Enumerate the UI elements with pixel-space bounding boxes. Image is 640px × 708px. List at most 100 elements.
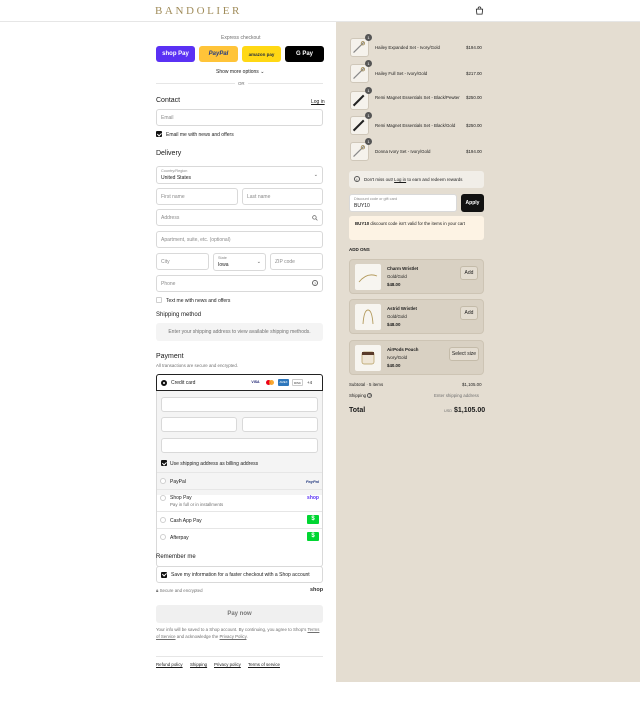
total-label: Total <box>349 407 366 414</box>
footer-link-refund[interactable]: Refund policy <box>156 662 183 667</box>
shipping-method-heading: Shipping method <box>156 312 202 318</box>
apartment-field[interactable]: Apartment, suite, etc. (optional) <box>156 231 323 248</box>
shop-pay-radio[interactable] <box>160 495 166 501</box>
privacy-policy-link[interactable]: Privacy Policy <box>220 634 247 639</box>
subtotal-label: Subtotal · 5 items <box>349 382 384 387</box>
select-size-button[interactable]: Select size <box>449 347 479 361</box>
express-checkout-title: Express checkout <box>221 35 261 41</box>
footer-link-privacy[interactable]: Privacy policy <box>214 662 241 667</box>
discover-icon: DISC <box>292 379 303 386</box>
chevron-down-icon: ⌄ <box>256 259 261 265</box>
remember-me-heading: Remember me <box>156 554 196 560</box>
item-price: $250.00 <box>466 123 482 128</box>
shop-logo-icon: shop <box>307 495 319 501</box>
afterpay-icon: $ <box>307 532 319 541</box>
addon-card: Astrid Wristlet Gold/Gold $48.00 Add <box>349 299 484 334</box>
show-more-options-link[interactable]: Show more options ⌄ <box>216 69 264 75</box>
payment-option-shop-pay[interactable]: Shop Pay Pay in full or in installments … <box>157 489 322 510</box>
addon-variant: Ivory/Gold <box>387 355 408 360</box>
cash-app-radio[interactable] <box>160 517 166 523</box>
card-number-field[interactable] <box>161 397 318 412</box>
contact-heading: Contact <box>156 97 181 104</box>
quantity-badge: 1 <box>365 60 372 67</box>
billing-address-label: Use shipping address as billing address <box>170 461 259 467</box>
credit-card-option[interactable]: Credit card VISA AMEX DISC +4 <box>156 374 323 391</box>
credit-card-radio[interactable] <box>161 379 167 386</box>
product-image <box>350 91 369 110</box>
security-code-field[interactable] <box>242 417 318 432</box>
subtotal-value: $1,105.00 <box>462 382 482 387</box>
paypal-radio[interactable] <box>160 478 166 484</box>
paypal-button[interactable]: PayPal <box>199 46 238 62</box>
product-image <box>355 264 381 290</box>
shipping-label: Shipping ? <box>349 393 373 398</box>
help-icon[interactable]: ? <box>312 280 318 286</box>
addon-name: AirPods Pouch <box>387 347 419 352</box>
paypal-logo-icon: PayPal <box>305 479 319 484</box>
afterpay-radio[interactable] <box>160 534 166 540</box>
item-name: Remi Magnet Essentials Set - Black/Gold <box>375 123 456 128</box>
first-name-field[interactable]: First name <box>156 188 238 205</box>
country-select[interactable]: Country/Region United States ⌄ <box>156 166 323 184</box>
order-summary: 1 Hailey Expanded Set - Ivory/Gold $194.… <box>336 22 640 682</box>
phone-field[interactable]: Phone ? <box>156 275 323 292</box>
item-price: $194.00 <box>466 45 482 50</box>
payment-option-paypal[interactable]: PayPal PayPal <box>157 472 322 488</box>
item-name: Remi Magnet Essentials Set - Black/Pewte… <box>375 95 460 100</box>
addon-variant: Gold/Gold <box>387 314 407 319</box>
cash-app-icon: $ <box>307 515 319 524</box>
chevron-down-icon: ⌄ <box>260 69 265 75</box>
amazon-pay-button[interactable]: amazon pay <box>242 46 281 62</box>
google-pay-button[interactable]: G Pay <box>285 46 324 62</box>
quantity-badge: 1 <box>365 112 372 119</box>
payment-option-afterpay[interactable]: Afterpay $ <box>157 528 322 545</box>
city-field[interactable]: City <box>156 253 209 270</box>
addon-variant: Gold/Gold <box>387 274 407 279</box>
rewards-banner: i Don't miss out! Log in to earn and red… <box>349 171 484 188</box>
search-icon <box>312 215 318 221</box>
zip-field[interactable]: ZIP code <box>270 253 323 270</box>
expiration-date-field[interactable] <box>161 417 237 432</box>
currency-label: USD <box>444 409 453 413</box>
apply-discount-button[interactable]: Apply <box>461 194 484 212</box>
product-image <box>355 304 381 330</box>
news-checkbox-label: Email me with news and offers <box>166 132 234 138</box>
chevron-down-icon: ⌄ <box>313 172 318 178</box>
quantity-badge: 1 <box>365 138 372 145</box>
add-button[interactable]: Add <box>460 266 478 280</box>
quantity-badge: 1 <box>365 34 372 41</box>
billing-address-checkbox[interactable] <box>161 460 167 466</box>
discount-code-input[interactable]: Discount code or gift card BUY10 <box>349 194 457 212</box>
save-info-checkbox[interactable] <box>161 571 167 578</box>
item-name: Hailey Expanded Set - Ivory/Gold <box>375 45 440 50</box>
help-icon[interactable]: ? <box>367 393 373 398</box>
address-field[interactable]: Address <box>156 209 323 226</box>
legal-text: Your info will be saved to a Shop accoun… <box>156 627 320 639</box>
text-news-checkbox[interactable] <box>156 297 162 303</box>
shopping-bag-icon[interactable] <box>475 6 484 15</box>
add-button[interactable]: Add <box>460 306 478 320</box>
item-price: $194.00 <box>466 149 482 154</box>
state-select[interactable]: State Iowa ⌄ <box>213 253 266 271</box>
news-checkbox[interactable] <box>156 131 162 137</box>
email-field[interactable]: Email <box>156 109 323 126</box>
product-image <box>350 142 369 161</box>
secure-encrypted-note: 🔒︎ Secure and encrypted <box>156 588 203 593</box>
pay-now-button[interactable]: Pay now <box>156 605 323 623</box>
name-on-card-field[interactable] <box>161 438 318 453</box>
footer-link-terms[interactable]: Terms of service <box>248 662 280 667</box>
login-link[interactable]: Log in <box>311 99 325 105</box>
brand-logo[interactable]: BANDOLIER <box>155 5 242 17</box>
lock-icon: 🔒︎ <box>156 588 159 593</box>
or-divider-label: OR <box>235 81 248 86</box>
footer-link-shipping[interactable]: Shipping <box>190 662 207 667</box>
payment-option-cash-app[interactable]: Cash App Pay $ <box>157 511 322 527</box>
product-image <box>350 116 369 135</box>
delivery-heading: Delivery <box>156 150 182 157</box>
shop-logo: shop <box>310 587 324 593</box>
last-name-field[interactable]: Last name <box>242 188 323 205</box>
rewards-login-link[interactable]: Log in <box>394 177 406 182</box>
quantity-badge: 1 <box>365 87 372 94</box>
shop-pay-button[interactable]: shop Pay <box>156 46 195 62</box>
shipping-value: Enter shipping address <box>434 393 479 398</box>
